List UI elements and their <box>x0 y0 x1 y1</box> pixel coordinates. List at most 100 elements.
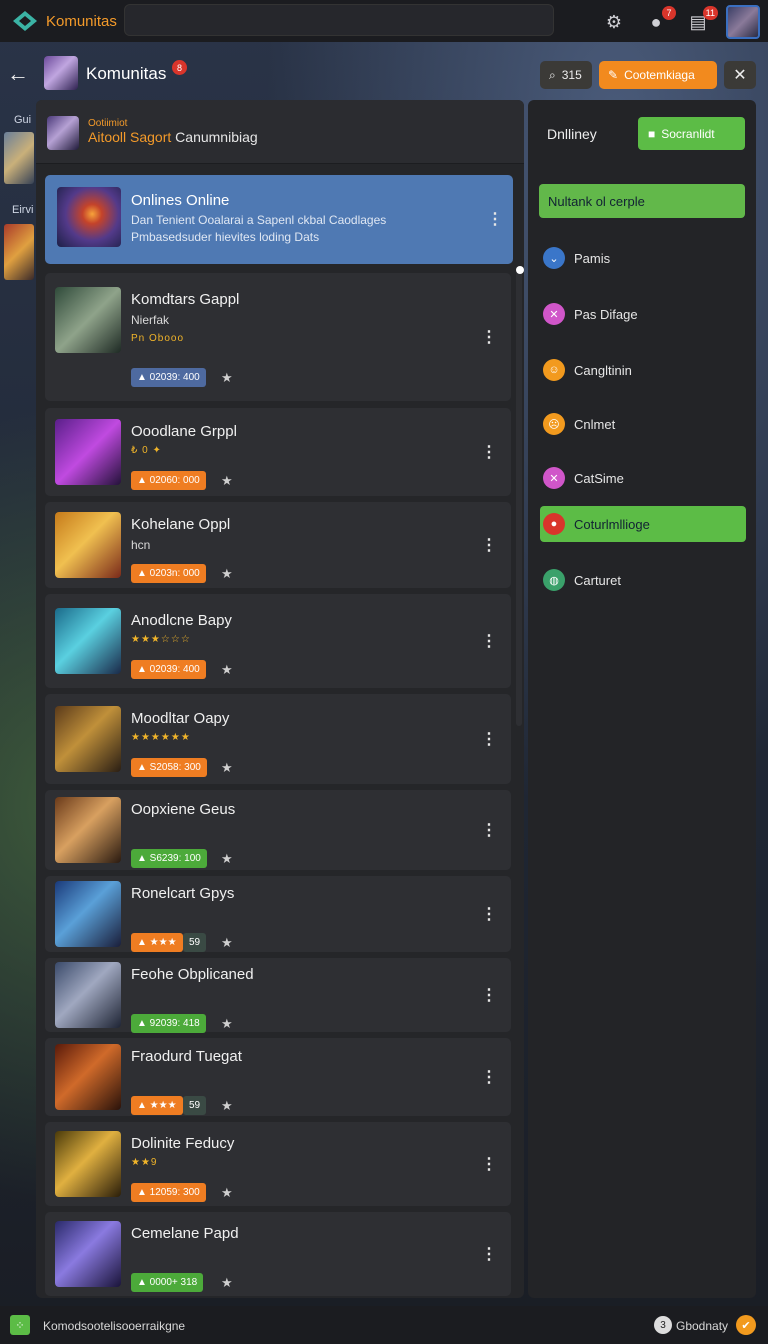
check-badge-icon[interactable]: ✔ <box>736 1315 756 1335</box>
game-card[interactable]: Ronelcart Gpys ▲ ★★★ 59 ★ ⋮ <box>45 876 511 952</box>
subheader-avatar <box>47 116 79 150</box>
game-title: Ronelcart Gpys <box>131 885 235 902</box>
scrollbar[interactable] <box>516 270 522 726</box>
more-options-icon[interactable]: ⋮ <box>481 1154 497 1174</box>
favorite-star-icon[interactable]: ★ <box>221 851 233 867</box>
search-count-button[interactable]: ⌕ 315 <box>540 61 592 89</box>
sidebar-item-label: Cangltinin <box>574 362 632 378</box>
featured-title: Onlines Online <box>131 192 230 209</box>
sidebar-item[interactable]: ● Coturlmllioge <box>540 506 746 542</box>
game-card[interactable]: Komdtars Gappl Nierfak Pn Obooo ▲ 02039: 40… <box>45 273 511 401</box>
search-input[interactable] <box>124 4 554 36</box>
favorite-star-icon[interactable]: ★ <box>221 1098 233 1114</box>
sidebar-item-label: Cnlmet <box>574 416 616 432</box>
favorite-star-icon[interactable]: ★ <box>221 662 233 678</box>
game-stat-pill: ▲ S6239: 100 <box>131 849 207 868</box>
game-thumbnail <box>55 1044 121 1110</box>
featured-card[interactable]: Onlines Online Dan Tenient Ooalarai a Sa… <box>45 175 513 264</box>
game-thumbnail <box>55 797 121 863</box>
sidebar-item[interactable]: ⌄ Pamis <box>540 240 746 276</box>
favorite-star-icon[interactable]: ★ <box>221 566 233 582</box>
sidebar-item[interactable]: ✕ Pas Difage <box>540 296 746 332</box>
favorite-star-icon[interactable]: ★ <box>221 1185 233 1201</box>
game-card[interactable]: Cemelane Papd ▲ 0000+ 318 ★ ⋮ <box>45 1212 511 1296</box>
game-card[interactable]: Moodltar Oapy ★★★★★★ ▲ S2058: 300 ★ ⋮ <box>45 694 511 784</box>
favorite-star-icon[interactable]: ★ <box>221 1275 233 1291</box>
game-thumbnail <box>55 419 121 485</box>
bottom-status-text: Komodsootelisooerraikgne <box>43 1319 186 1333</box>
sidebar-title: Dnlliney <box>547 126 597 142</box>
more-options-icon[interactable]: ⋮ <box>481 631 497 651</box>
search-icon: ⌕ <box>549 67 556 82</box>
sidebar-item-label: Coturlmllioge <box>574 516 650 532</box>
game-title: Komdtars Gappl <box>131 291 240 308</box>
game-rating: ★★9 <box>131 1157 158 1168</box>
bottom-right-text: Gbodnaty <box>676 1319 729 1333</box>
more-options-icon[interactable]: ⋮ <box>481 729 497 749</box>
game-card[interactable]: Oopxiene Geus ▲ S6239: 100 ★ ⋮ <box>45 790 511 870</box>
game-card[interactable]: Feohe Obplicaned ▲ 92039: 418 ★ ⋮ <box>45 958 511 1033</box>
chat-bubble-icon[interactable]: ● 7 <box>642 6 676 36</box>
game-thumbnail <box>55 1221 121 1287</box>
community-avatar <box>44 56 78 90</box>
featured-description: Dan Tenient Ooalarai a Sapenl ckbal Caod… <box>131 212 431 246</box>
create-button[interactable]: ✎ Cootemkiaga <box>599 61 717 89</box>
user-avatar[interactable] <box>726 5 760 39</box>
sidebar-item[interactable]: ☺ Cangltinin <box>540 352 746 388</box>
game-title: Ooodlane Grppl <box>131 423 237 440</box>
more-options-icon[interactable]: ⋮ <box>481 820 497 840</box>
game-card[interactable]: Dolinite Feducy ★★9 ▲ 12059: 300 ★ ⋮ <box>45 1122 511 1206</box>
game-thumbnail <box>55 1131 121 1197</box>
more-options-icon[interactable]: ⋮ <box>481 535 497 555</box>
featured-desc-line-1: Dan Tenient Ooalarai a Sapenl ckbal Caod… <box>131 213 387 227</box>
sidebar-item[interactable]: ☹ Cnlmet <box>540 406 746 442</box>
game-card[interactable]: Ooodlane Grppl ₺ 0 ✦ ▲ 02060: 000 ★ ⋮ <box>45 408 511 496</box>
game-stat-pill: ▲ 92039: 418 <box>131 1014 206 1033</box>
count-label: 315 <box>561 68 582 82</box>
more-options-icon[interactable]: ⋮ <box>481 327 497 347</box>
game-stat-pill: ▲ 02060: 000 <box>131 471 206 490</box>
grid-icon[interactable]: ⁘ <box>10 1315 30 1335</box>
edge-thumbnail-2[interactable] <box>4 224 34 280</box>
game-thumbnail <box>55 881 121 947</box>
game-card[interactable]: Kohelane Oppl hcn ▲ 0203n: 000 ★ ⋮ <box>45 502 511 588</box>
sidebar-item[interactable]: ✕ CatSime <box>540 460 746 496</box>
scrollbar-thumb[interactable] <box>516 266 524 274</box>
game-card[interactable]: Fraodurd Tuegat ▲ ★★★ 59 ★ ⋮ <box>45 1038 511 1116</box>
game-subtitle: Nierfak <box>131 313 170 327</box>
app-title: Komunitas <box>46 12 117 30</box>
favorite-star-icon[interactable]: ★ <box>221 760 233 776</box>
game-card[interactable]: Anodlcne Bapy ★★★☆☆☆ ▲ 02039: 400 ★ ⋮ <box>45 594 511 688</box>
game-stat-pill: ▲ ★★★ <box>131 933 183 952</box>
more-options-icon[interactable]: ⋮ <box>481 904 497 924</box>
more-options-icon[interactable]: ⋮ <box>481 442 497 462</box>
favorite-star-icon[interactable]: ★ <box>221 473 233 489</box>
sidebar-item-label: Carturet <box>574 572 621 588</box>
scroll-button[interactable]: ■ Socranlidt <box>638 117 745 150</box>
globe-icon: ◍ <box>543 569 565 591</box>
message-icon[interactable]: ▤ 11 <box>684 6 718 36</box>
game-thumbnail <box>55 962 121 1028</box>
more-options-icon[interactable]: ⋮ <box>481 1244 497 1264</box>
sidebar-item[interactable]: ◍ Carturet <box>540 562 746 598</box>
more-options-icon[interactable]: ⋮ <box>481 1067 497 1087</box>
app-logo-icon[interactable] <box>12 10 38 32</box>
game-stat-pill: ▲ 02039: 400 <box>131 660 206 679</box>
favorite-star-icon[interactable]: ★ <box>221 935 233 951</box>
bottom-bar: ⁘ Komodsootelisooerraikgne 3 Gbodnaty ✔ <box>0 1306 768 1344</box>
more-options-icon[interactable]: ⋮ <box>487 209 503 229</box>
game-title: Moodltar Oapy <box>131 710 230 727</box>
favorite-star-icon[interactable]: ★ <box>221 1016 233 1032</box>
favorite-star-icon[interactable]: ★ <box>221 370 233 386</box>
back-arrow-icon[interactable]: ← <box>6 60 30 88</box>
face-icon: ☺ <box>543 359 565 381</box>
edge-thumbnail-1[interactable] <box>4 132 34 184</box>
close-button[interactable]: ✕ <box>724 61 756 89</box>
game-title: Kohelane Oppl <box>131 516 231 533</box>
gear-icon[interactable]: ⚙ <box>600 8 628 36</box>
more-options-icon[interactable]: ⋮ <box>481 985 497 1005</box>
subheader-small-text: Ootiimiot <box>88 118 128 129</box>
notification-badge: 7 <box>662 6 676 20</box>
status-icon[interactable]: 3 <box>654 1316 672 1334</box>
sidebar-banner[interactable]: Nultank ol cerple <box>539 184 745 218</box>
